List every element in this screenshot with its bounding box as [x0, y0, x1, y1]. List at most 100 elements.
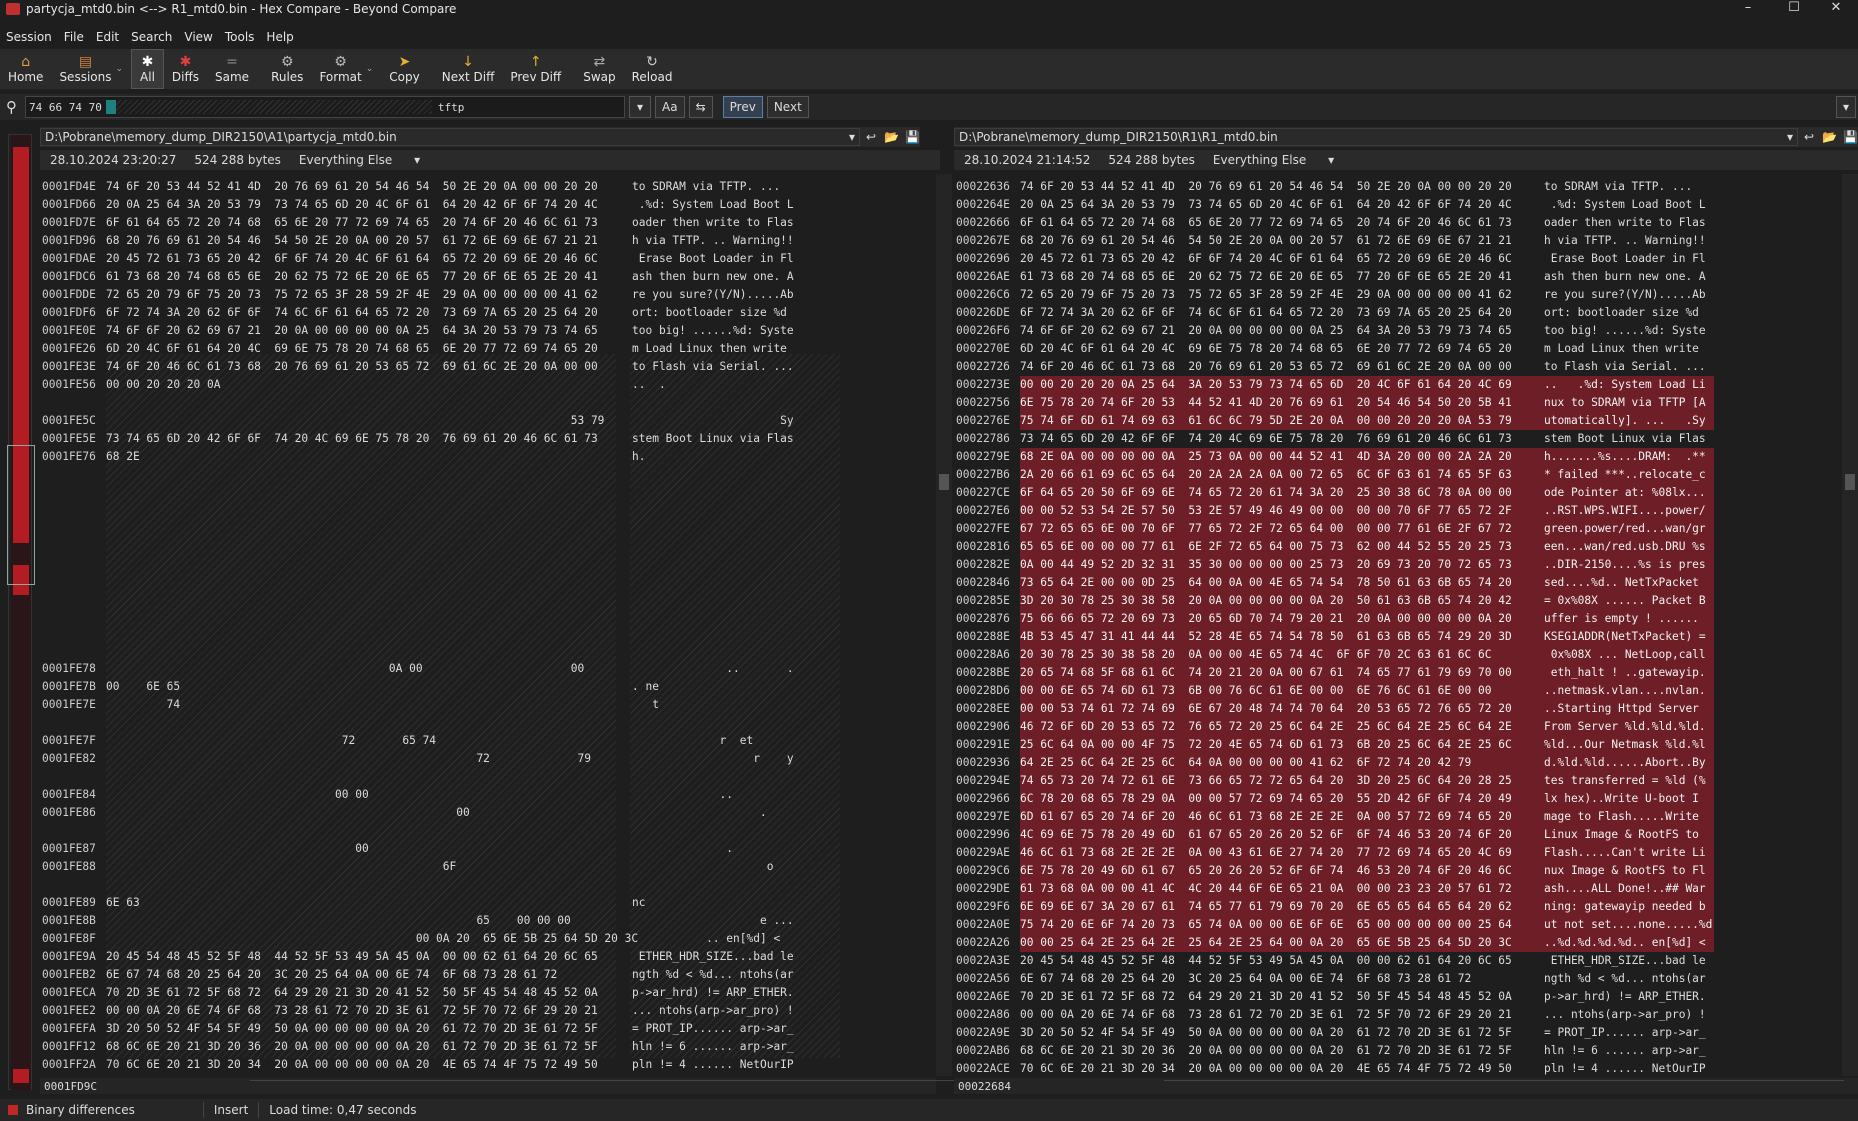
hex-row[interactable]: 00022A56 6E 67 74 68 20 25 64 20 3C 20 25…	[954, 970, 1842, 988]
row-ascii[interactable]: ... ntohs(arp->ar_pro) !	[632, 1002, 794, 1020]
diffs-button[interactable]: ✱ Diffs	[164, 49, 207, 89]
row-ascii[interactable]: h via TFTP. .. Warning!!	[1544, 232, 1706, 250]
rules-button[interactable]: ⚙ Rules	[263, 49, 311, 89]
dropdown-icon[interactable]: ⌄	[366, 64, 374, 74]
hex-row[interactable]: 0002291E 25 6C 64 0A 00 00 4F 75 72 20 4E…	[954, 736, 1842, 754]
row-hex-bytes[interactable]: 00 00 20 20 20 0A	[106, 376, 221, 394]
hex-row[interactable]: 000228D6 00 00 6E 65 74 6D 61 73 6B 00 76…	[954, 682, 1842, 700]
row-ascii[interactable]: m Load Linux then write	[632, 340, 794, 358]
row-hex-bytes[interactable]: 6E 75 78 20 49 6D 61 67 65 20 26 20 52 6…	[1020, 862, 1566, 880]
reload-button[interactable]: ↻ Reload	[624, 49, 681, 89]
row-ascii[interactable]: o	[632, 858, 774, 876]
left-vertical-scrollbar[interactable]	[936, 174, 952, 1076]
row-hex-bytes[interactable]: 6C 78 20 68 65 78 29 0A 00 00 57 72 69 7…	[1020, 790, 1566, 808]
row-hex-bytes[interactable]: 6E 69 6E 67 3A 20 67 61 74 65 77 61 79 6…	[1020, 898, 1566, 916]
row-ascii[interactable]: sed....%d.. NetTxPacket	[1544, 574, 1714, 592]
row-ascii[interactable]: From Server %ld.%ld.%ld.	[1544, 718, 1714, 736]
row-hex-bytes[interactable]: 61 73 68 20 74 68 65 6E 20 62 75 72 6E 2…	[1020, 268, 1512, 286]
hex-row[interactable]: 0001FE5C 53 79 Sy	[40, 412, 936, 430]
row-hex-bytes[interactable]: 00	[106, 840, 368, 858]
row-hex-bytes[interactable]: 6F 61 64 65 72 20 74 68 65 6E 20 77 72 6…	[106, 214, 598, 232]
hex-row[interactable]: 0002294E 74 65 73 20 74 72 61 6E 73 66 65…	[954, 772, 1842, 790]
hex-row[interactable]: 000226AE 61 73 68 20 74 68 65 6E 20 62 75…	[954, 268, 1842, 286]
row-ascii[interactable]: hln != 6 ...... arp->ar_	[632, 1038, 794, 1056]
row-ascii[interactable]: * failed ***..relocate_c	[1544, 466, 1714, 484]
row-ascii[interactable]: = 0x%08X ...... Packet B	[1544, 592, 1714, 610]
hex-row[interactable]: 0001FE5E 73 74 65 6D 20 42 6F 6F 74 20 4C…	[40, 430, 936, 448]
same-button[interactable]: = Same	[207, 49, 257, 89]
row-hex-bytes[interactable]: 75 66 66 65 72 20 69 73 20 65 6D 70 74 7…	[1020, 610, 1566, 628]
hex-row[interactable]: 0001FE7F 72 65 74 r et	[40, 732, 936, 750]
row-hex-bytes[interactable]: 72 79	[106, 750, 591, 768]
row-ascii[interactable]: Sy	[632, 412, 793, 430]
left-filter-dropdown[interactable]: Everything Else ▾	[299, 153, 420, 167]
row-hex-bytes[interactable]: 00 6E 65	[106, 678, 180, 696]
hex-row[interactable]: 0001FEE2 00 00 0A 20 6E 74 6F 68 73 28 61…	[40, 1002, 936, 1020]
right-horizontal-scrollbar[interactable]	[1164, 1080, 1844, 1092]
row-hex-bytes[interactable]: 70 2D 3E 61 72 5F 68 72 64 29 20 21 3D 2…	[106, 984, 598, 1002]
row-hex-bytes[interactable]: 00 0A 20 65 6E 5B 25 64 5D 20 3C	[106, 930, 638, 948]
hex-row[interactable]: 0001FE56 00 00 20 20 20 0A .. .	[40, 376, 936, 394]
hex-row[interactable]: 00022966 6C 78 20 68 65 78 29 0A 00 00 57…	[954, 790, 1842, 808]
row-hex-bytes[interactable]: 6D 61 67 65 20 74 6F 20 46 6C 61 73 68 2…	[1020, 808, 1566, 826]
row-hex-bytes[interactable]: 65 00 00 00	[106, 912, 570, 930]
row-ascii[interactable]: re you sure?(Y/N).....Ab	[632, 286, 794, 304]
hex-row[interactable]: 0001FE76 68 2E h.	[40, 448, 936, 466]
hex-row[interactable]: 00022ACE 70 6C 6E 20 21 3D 20 34 20 0A 00…	[954, 1060, 1842, 1076]
hex-row[interactable]: 0002270E 6D 20 4C 6F 61 64 20 4C 69 6E 75…	[954, 340, 1842, 358]
row-ascii[interactable]: .	[632, 804, 767, 822]
row-ascii[interactable]: hln != 6 ...... arp->ar_	[1544, 1042, 1706, 1060]
scroll-thumb[interactable]	[1845, 474, 1855, 490]
hex-row[interactable]: 0001FD7E 6F 61 64 65 72 20 74 68 65 6E 20…	[40, 214, 936, 232]
menu-help[interactable]: Help	[266, 30, 293, 44]
hex-row[interactable]: 0001FD96 68 20 76 69 61 20 54 46 54 50 2E…	[40, 232, 936, 250]
row-ascii[interactable]: Erase Boot Loader in Fl	[632, 250, 794, 268]
hex-row[interactable]: 00022A9E 3D 20 50 52 4F 54 5F 49 50 0A 00…	[954, 1024, 1842, 1042]
home-button[interactable]: ⌂ Home	[0, 49, 51, 89]
row-ascii[interactable]: ETHER_HDR_SIZE...bad le	[632, 948, 794, 966]
row-ascii[interactable]: to Flash via Serial. ...	[632, 358, 794, 376]
left-hex-pane[interactable]: 0001FD4E 74 6F 20 53 44 52 41 4D 20 76 69…	[40, 174, 936, 1076]
hex-row[interactable]: 0001FDDE 72 65 20 79 6F 75 20 73 75 72 65…	[40, 286, 936, 304]
save-icon[interactable]: 💾	[905, 130, 920, 144]
open-folder-icon[interactable]: 📂	[884, 130, 899, 144]
hex-row[interactable]: 000226DE 6F 72 74 3A 20 62 6F 6F 74 6C 6F…	[954, 304, 1842, 322]
row-ascii[interactable]: .. .%d: System Load Li	[1544, 376, 1714, 394]
hex-row[interactable]	[40, 768, 936, 786]
row-hex-bytes[interactable]: 2A 20 66 61 69 6C 65 64 20 2A 2A 2A 0A 0…	[1020, 466, 1566, 484]
row-hex-bytes[interactable]: 61 73 68 20 74 68 65 6E 20 62 75 72 6E 2…	[106, 268, 598, 286]
row-ascii[interactable]: ..	[632, 786, 734, 804]
hex-row[interactable]: 0001FE8F 00 0A 20 65 6E 5B 25 64 5D 20 3…	[40, 930, 936, 948]
row-ascii[interactable]: stem Boot Linux via Flas	[1544, 430, 1706, 448]
row-hex-bytes[interactable]: 74 6F 20 53 44 52 41 4D 20 76 69 61 20 5…	[1020, 178, 1512, 196]
save-icon[interactable]: 💾	[1843, 130, 1858, 144]
hex-row[interactable]: 00022756 6E 75 78 20 74 6F 20 53 44 52 41…	[954, 394, 1842, 412]
hex-row[interactable]: 00022876 75 66 66 65 72 20 69 73 20 65 6D…	[954, 610, 1842, 628]
row-ascii[interactable]: ..RST.WPS.WIFI....power/	[1544, 502, 1714, 520]
diff-overview-map[interactable]	[7, 134, 35, 1090]
copy-button[interactable]: ➤ Copy	[381, 49, 427, 89]
row-hex-bytes[interactable]: 68 6C 6E 20 21 3D 20 36 20 0A 00 00 00 0…	[1020, 1042, 1512, 1060]
row-hex-bytes[interactable]: 00 00 20 20 20 0A 25 64 3A 20 53 79 73 7…	[1020, 376, 1566, 394]
hex-row[interactable]: 00022A86 00 00 0A 20 6E 74 6F 68 73 28 61…	[954, 1006, 1842, 1024]
row-ascii[interactable]: too big! ......%d: Syste	[1544, 322, 1706, 340]
row-hex-bytes[interactable]: 65 65 6E 00 00 00 77 61 6E 2F 72 65 64 0…	[1020, 538, 1566, 556]
hex-row[interactable]: 000228BE 20 65 74 68 5F 68 61 6C 74 20 21…	[954, 664, 1842, 682]
hex-row[interactable]: 00022AB6 68 6C 6E 20 21 3D 20 36 20 0A 00…	[954, 1042, 1842, 1060]
hex-row[interactable]: 000226F6 74 6F 6F 20 62 69 67 21 20 0A 00…	[954, 322, 1842, 340]
hex-row[interactable]: 00022A6E 70 2D 3E 61 72 5F 68 72 64 29 20…	[954, 988, 1842, 1006]
row-hex-bytes[interactable]: 00 00 0A 20 6E 74 6F 68 73 28 61 72 70 2…	[106, 1002, 598, 1020]
row-ascii[interactable]: too big! ......%d: Syste	[632, 322, 794, 340]
row-hex-bytes[interactable]: 00 00 52 53 54 2E 57 50 53 2E 57 49 46 4…	[1020, 502, 1566, 520]
hex-row[interactable]: 00022936 64 2E 25 6C 64 2E 25 6C 64 0A 00…	[954, 754, 1842, 772]
row-hex-bytes[interactable]: 00 00 6E 65 74 6D 61 73 6B 00 76 6C 61 6…	[1020, 682, 1566, 700]
row-hex-bytes[interactable]: 20 0A 25 64 3A 20 53 79 73 74 65 6D 20 4…	[1020, 196, 1512, 214]
row-hex-bytes[interactable]: 70 6C 6E 20 21 3D 20 34 20 0A 00 00 00 0…	[106, 1056, 598, 1074]
hex-row[interactable]: 0001FE87 00 .	[40, 840, 936, 858]
row-hex-bytes[interactable]: 3D 20 50 52 4F 54 5F 49 50 0A 00 00 00 0…	[106, 1020, 598, 1038]
row-ascii[interactable]: een...wan/red.usb.DRU %s	[1544, 538, 1714, 556]
row-ascii[interactable]: ort: bootloader size %d	[632, 304, 794, 322]
hex-row[interactable]: 000228A6 20 30 78 25 30 38 58 20 0A 00 00…	[954, 646, 1842, 664]
hex-row[interactable]: 000229C6 6E 75 78 20 49 6D 61 67 65 20 26…	[954, 862, 1842, 880]
next-diff-button[interactable]: ↓ Next Diff	[434, 49, 503, 89]
